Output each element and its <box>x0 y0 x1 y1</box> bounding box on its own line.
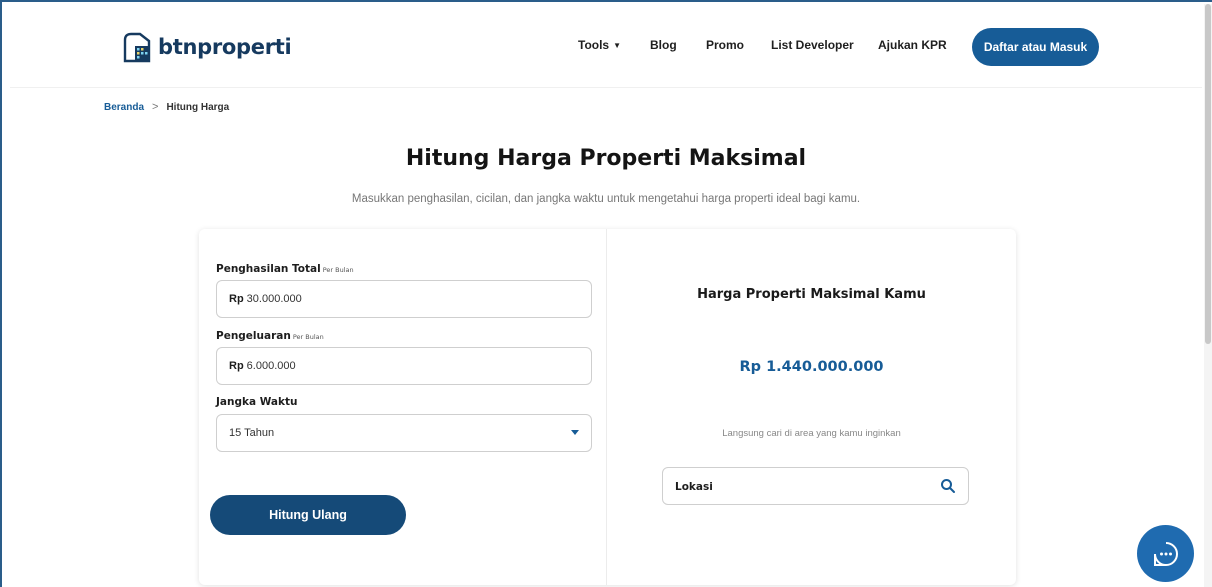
scrollbar-thumb[interactable] <box>1205 4 1211 344</box>
expense-label: Pengeluaran Per Bulan <box>216 330 324 342</box>
chat-button[interactable] <box>1137 525 1194 582</box>
house-logo-icon <box>123 32 151 63</box>
expense-prefix: Rp <box>229 360 244 372</box>
search-icon[interactable] <box>940 478 956 494</box>
income-label-text: Penghasilan Total <box>216 263 321 275</box>
breadcrumb: Beranda > Hitung Harga <box>104 101 229 113</box>
breadcrumb-separator: > <box>152 101 159 113</box>
result-title: Harga Properti Maksimal Kamu <box>697 287 926 302</box>
location-input[interactable] <box>675 478 925 496</box>
recalculate-button[interactable]: Hitung Ulang <box>210 495 406 535</box>
income-value: 30.000.000 <box>246 293 302 305</box>
register-login-button[interactable]: Daftar atau Masuk <box>972 28 1099 66</box>
nav-list-developer[interactable]: List Developer <box>771 38 854 52</box>
location-search <box>662 467 969 505</box>
income-input[interactable]: Rp 30.000.000 <box>216 280 592 318</box>
breadcrumb-current: Hitung Harga <box>166 101 230 113</box>
nav-tools[interactable]: Tools ▼ <box>578 38 621 52</box>
chevron-down-icon: ▼ <box>613 41 622 50</box>
nav-blog[interactable]: Blog <box>650 38 677 52</box>
breadcrumb-home[interactable]: Beranda <box>104 102 144 113</box>
income-sublabel: Per Bulan <box>322 266 354 274</box>
nav-promo[interactable]: Promo <box>706 38 744 52</box>
site-header: btnproperti Tools ▼ Blog Promo List Devel… <box>10 4 1202 88</box>
expense-input[interactable]: Rp 6.000.000 <box>216 347 592 385</box>
income-label: Penghasilan Total Per Bulan <box>216 263 354 275</box>
page-scrollbar[interactable] <box>1204 4 1212 587</box>
income-prefix: Rp <box>229 293 244 305</box>
expense-sublabel: Per Bulan <box>292 333 324 341</box>
expense-label-text: Pengeluaran <box>216 330 291 342</box>
nav-tools-label: Tools <box>578 38 610 52</box>
result-hint: Langsung cari di area yang kamu inginkan <box>722 428 901 439</box>
page-subtitle: Masukkan penghasilan, cicilan, dan jangk… <box>351 193 861 205</box>
term-label: Jangka Waktu <box>216 396 298 408</box>
nav-ajukan-kpr[interactable]: Ajukan KPR <box>878 38 947 52</box>
chevron-down-icon <box>571 430 579 435</box>
term-select[interactable]: 15 Tahun <box>216 414 592 452</box>
calculator-card: Penghasilan Total Per Bulan Rp 30.000.000… <box>199 229 1016 585</box>
page-title: Hitung Harga Properti Maksimal <box>405 146 807 171</box>
expense-value: 6.000.000 <box>246 360 296 372</box>
calculator-form: Penghasilan Total Per Bulan Rp 30.000.000… <box>199 229 607 585</box>
chat-icon <box>1153 541 1178 566</box>
result-panel: Harga Properti Maksimal Kamu Rp 1.440.00… <box>607 229 1016 585</box>
term-selected-value: 15 Tahun <box>229 427 275 439</box>
logo-text: btnproperti <box>158 35 292 59</box>
logo[interactable]: btnproperti <box>120 30 292 64</box>
result-value: Rp 1.440.000.000 <box>739 359 884 375</box>
